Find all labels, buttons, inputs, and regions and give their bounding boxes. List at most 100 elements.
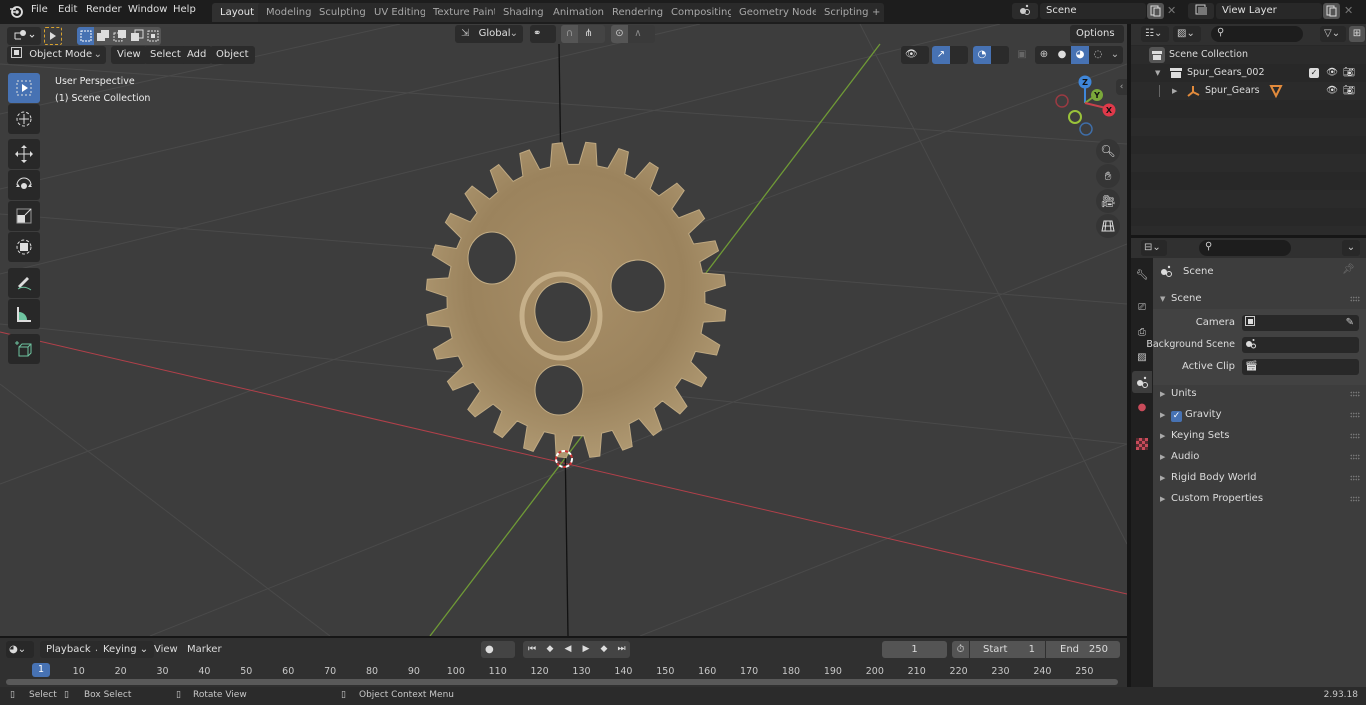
snap-toggle-icon[interactable]: ∩: [561, 25, 578, 43]
new-scene-button[interactable]: [1147, 3, 1164, 19]
expand-arrow-icon[interactable]: ▼: [1155, 64, 1160, 82]
wireframe-shading-icon[interactable]: ⊕: [1035, 46, 1053, 64]
editor-type-button[interactable]: [7, 27, 41, 45]
tool-move[interactable]: [8, 139, 40, 169]
drag-handle-icon[interactable]: [1350, 412, 1360, 418]
mode-subtract-button[interactable]: [111, 27, 128, 45]
zoom-view-button[interactable]: 🔍︎: [1096, 139, 1120, 163]
new-view-layer-button[interactable]: [1323, 3, 1340, 19]
filter-dropdown[interactable]: ▽⌄: [1320, 26, 1346, 42]
mode-difference-button[interactable]: [128, 27, 145, 45]
panel-audio[interactable]: ▶ Audio: [1153, 447, 1366, 467]
transform-orientation-dropdown[interactable]: ⇲ Global ⌄: [455, 25, 523, 43]
properties-options-dropdown[interactable]: ⌄: [1342, 240, 1360, 256]
visibility-dropdown[interactable]: 👁: [901, 46, 929, 64]
mode-dropdown[interactable]: Object Mode ⌄: [7, 46, 106, 64]
tab-animation[interactable]: Animation: [545, 3, 612, 22]
ortho-toggle-button[interactable]: [1096, 214, 1120, 238]
gizmo-toggle-icon[interactable]: ↗: [932, 46, 950, 64]
tab-shading[interactable]: Shading: [495, 3, 552, 22]
properties-search-input[interactable]: ⚲: [1199, 240, 1291, 256]
menu-view[interactable]: View: [154, 644, 178, 655]
panel-custom-properties[interactable]: ▶ Custom Properties: [1153, 489, 1366, 509]
render-camera-icon[interactable]: 📷︎: [1343, 82, 1355, 100]
mode-set-button[interactable]: [77, 27, 94, 45]
navigation-gizmo[interactable]: Z Y X: [1050, 74, 1120, 140]
tab-scene[interactable]: [1132, 371, 1152, 393]
outliner-search-input[interactable]: ⚲: [1211, 26, 1303, 42]
add-workspace-button[interactable]: +: [868, 3, 885, 22]
tool-scale[interactable]: [8, 201, 40, 231]
3d-viewport[interactable]: ⇲ Global ⌄ ⚭ ∩ ⋔ ⊙ ∧ Options ⌄ Object Mo…: [0, 24, 1127, 636]
pan-view-button[interactable]: ✋︎: [1096, 164, 1120, 188]
tab-texture-paint[interactable]: Texture Paint: [425, 3, 506, 22]
menu-add[interactable]: Add: [181, 46, 213, 64]
eyedropper-icon[interactable]: ✎: [1346, 315, 1354, 331]
tab-compositing[interactable]: Compositing: [663, 3, 742, 22]
prev-keyframe-icon[interactable]: ◆: [541, 641, 559, 658]
timeline-editor-type-button[interactable]: ◕⌄: [6, 641, 34, 658]
auto-keying-toggle[interactable]: ●: [481, 641, 515, 658]
chevron-down-icon[interactable]: ⌄: [1107, 46, 1123, 64]
menu-view[interactable]: View: [111, 46, 147, 64]
outliner-row-scene-collection[interactable]: Scene Collection: [1131, 46, 1366, 64]
outliner-row-collection[interactable]: ▼ Spur_Gears_002 ✓ 👁︎ 📷︎: [1131, 64, 1366, 82]
outliner-row-object[interactable]: ▶ Spur_Gears 👁︎ 📷︎: [1131, 82, 1366, 100]
sidebar-toggle-icon[interactable]: ‹: [1116, 79, 1127, 95]
tool-measure[interactable]: [8, 299, 40, 329]
falloff-curve-icon[interactable]: ∧: [634, 28, 641, 39]
next-keyframe-icon[interactable]: ◆: [595, 641, 613, 658]
menu-marker[interactable]: Marker: [187, 644, 222, 655]
end-frame-field[interactable]: End 250: [1046, 641, 1120, 658]
tool-settings-select-icon[interactable]: [44, 27, 62, 45]
properties-editor-type-button[interactable]: ⊟⌄: [1141, 240, 1167, 256]
scene-name-field[interactable]: Scene: [1040, 3, 1146, 19]
drag-handle-icon[interactable]: [1350, 296, 1360, 302]
tool-rotate[interactable]: [8, 170, 40, 200]
render-camera-icon[interactable]: 📷︎: [1343, 64, 1355, 82]
drag-handle-icon[interactable]: [1350, 454, 1360, 460]
tool-add-cube[interactable]: [8, 334, 40, 364]
pin-icon[interactable]: 📌︎: [1342, 264, 1355, 275]
material-preview-shading-icon[interactable]: ◕: [1071, 46, 1089, 64]
options-dropdown[interactable]: Options ⌄: [1070, 25, 1124, 57]
tab-layout[interactable]: Layout: [212, 3, 262, 22]
play-reverse-icon[interactable]: ◀: [559, 641, 577, 658]
menu-help[interactable]: Help: [173, 4, 196, 15]
scene-browse-button[interactable]: [1012, 3, 1038, 19]
playhead[interactable]: 1: [32, 663, 50, 677]
xray-toggle-icon[interactable]: ▣: [1014, 46, 1030, 64]
tab-texture[interactable]: [1132, 433, 1152, 455]
tool-select-box[interactable]: [8, 73, 40, 103]
start-frame-field[interactable]: Start 1: [970, 641, 1045, 658]
menu-keying[interactable]: Keying ⌄: [97, 641, 155, 658]
camera-view-button[interactable]: 🎥︎: [1096, 189, 1120, 213]
snap-target-icon[interactable]: ⋔: [584, 28, 592, 39]
panel-scene-header[interactable]: ▼ Scene: [1153, 289, 1366, 309]
delete-scene-icon[interactable]: ✕: [1167, 3, 1181, 19]
panel-units[interactable]: ▶ Units: [1153, 384, 1366, 404]
drag-handle-icon[interactable]: [1350, 433, 1360, 439]
menu-window[interactable]: Window: [128, 4, 167, 15]
tab-render[interactable]: ⎚: [1132, 296, 1152, 318]
gizmo-neg-y[interactable]: [1068, 110, 1082, 124]
tab-sculpting[interactable]: Sculpting: [311, 3, 374, 22]
overlays-icon[interactable]: ◔: [973, 46, 991, 64]
jump-start-icon[interactable]: ⏮: [523, 641, 541, 658]
proportional-edit-icon[interactable]: ⊙: [611, 25, 628, 43]
jump-end-icon[interactable]: ⏭: [613, 641, 630, 658]
view-layer-name-field[interactable]: View Layer: [1216, 3, 1322, 19]
exclude-checkbox[interactable]: ✓: [1309, 68, 1319, 78]
pivot-point-dropdown[interactable]: ⚭: [530, 25, 556, 43]
tab-rendering[interactable]: Rendering: [604, 3, 672, 22]
tool-cursor[interactable]: [8, 104, 40, 134]
current-frame-field[interactable]: 1: [882, 641, 947, 658]
tab-uv-editing[interactable]: UV Editing: [366, 3, 435, 22]
drag-handle-icon[interactable]: [1350, 475, 1360, 481]
solid-shading-icon[interactable]: ●: [1053, 46, 1071, 64]
outliner-editor-type-button[interactable]: ☷⌄: [1141, 26, 1169, 42]
drag-handle-icon[interactable]: [1350, 496, 1360, 502]
mode-extend-button[interactable]: [94, 27, 111, 45]
display-mode-button[interactable]: ▨⌄: [1173, 26, 1201, 42]
menu-file[interactable]: File: [31, 4, 48, 15]
